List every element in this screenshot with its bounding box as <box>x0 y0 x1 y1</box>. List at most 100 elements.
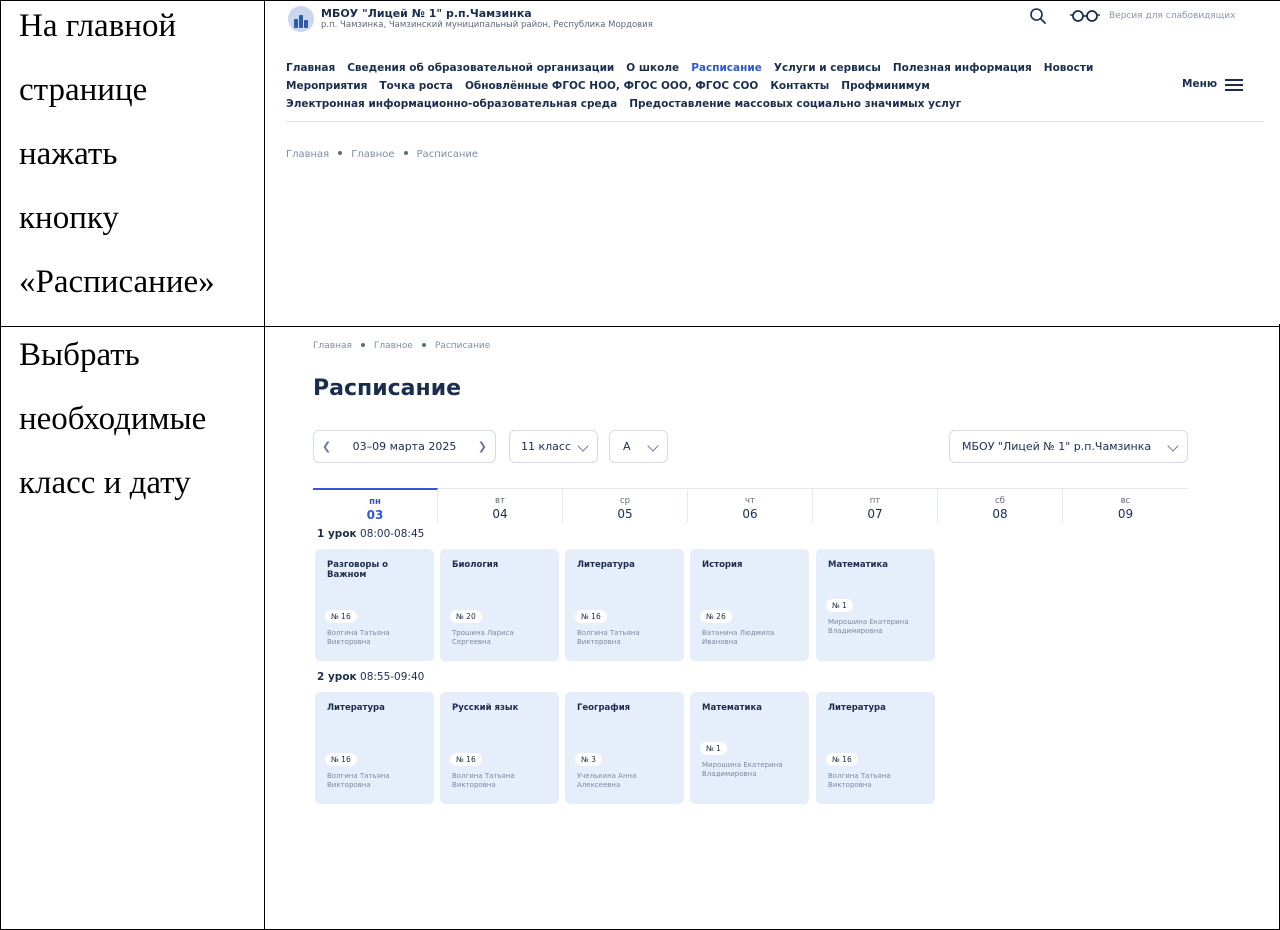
breadcrumb-item[interactable]: Главное <box>374 341 413 351</box>
day-name: сб <box>995 496 1005 506</box>
day-name: ср <box>619 496 631 506</box>
column-divider <box>264 1 265 326</box>
subject-name: География <box>577 703 631 713</box>
nav-item[interactable]: Новости <box>1044 62 1094 74</box>
nav-item[interactable]: Контакты <box>770 80 829 92</box>
nav-row: Электронная информационно-образовательна… <box>286 92 1186 110</box>
lesson-heading: 2 урок 08:55-09:40 <box>317 671 424 683</box>
subject-name: История <box>702 560 743 570</box>
day-number: 07 <box>867 507 883 521</box>
room-badge: № 20 <box>450 610 482 623</box>
school-select[interactable]: МБОУ "Лицей № 1" р.п.Чамзинка <box>949 430 1188 463</box>
nav-item[interactable]: Электронная информационно-образовательна… <box>286 98 617 110</box>
class-select[interactable]: 11 класс <box>509 430 598 463</box>
glasses-icon[interactable] <box>1070 9 1100 23</box>
day-name: чт <box>745 496 755 506</box>
org-name[interactable]: МБОУ "Лицей № 1" р.п.Чамзинка <box>321 7 532 20</box>
tab-day[interactable]: сб 08 <box>938 488 1063 523</box>
lesson-card[interactable]: История № 26 Ватанина Людмила Ивановна <box>690 549 809 661</box>
step-1-text: На главной странице нажать кнопку «Распи… <box>19 0 215 314</box>
day-number: 06 <box>742 507 758 521</box>
week-range: 03–09 марта 2025 <box>352 440 457 453</box>
room-badge: № 3 <box>575 753 602 766</box>
step-line: нажать <box>19 136 118 172</box>
teacher-name: Мирошина Екатерина Владимировна <box>702 761 783 778</box>
day-number: 05 <box>617 507 633 521</box>
room-badge: № 16 <box>450 753 482 766</box>
room-badge: № 16 <box>325 753 357 766</box>
week-selector[interactable]: ❮ 03–09 марта 2025 ❯ <box>313 430 496 463</box>
breadcrumb-separator <box>360 342 365 347</box>
breadcrumb-item[interactable]: Расписание <box>417 149 479 160</box>
nav-item[interactable]: Услуги и сервисы <box>774 62 881 74</box>
lesson-heading: 1 урок 08:00-08:45 <box>317 528 424 540</box>
menu-label[interactable]: Меню <box>1182 78 1217 90</box>
room-badge: № 16 <box>575 610 607 623</box>
breadcrumb-item[interactable]: Главное <box>351 149 394 160</box>
nav-item[interactable]: Сведения об образовательной организации <box>347 62 614 74</box>
subject-name: Русский язык <box>452 703 519 713</box>
accessibility-version-link[interactable]: Версия для слабовидящих <box>1109 11 1235 21</box>
school-value: МБОУ "Лицей № 1" р.п.Чамзинка <box>962 440 1152 453</box>
tab-day[interactable]: чт 06 <box>688 488 813 523</box>
tab-day[interactable]: вс 09 <box>1063 488 1188 523</box>
tab-day[interactable]: пн 03 <box>313 488 438 523</box>
lesson-card[interactable]: Русский язык № 16 Волгина Татьяна Викторов… <box>440 692 559 804</box>
chevron-down-icon <box>577 440 589 452</box>
tab-day[interactable]: вт 04 <box>438 488 563 523</box>
day-number: 03 <box>366 508 384 522</box>
lesson-card[interactable]: Математика № 1 Мирошина Екатерина Владимир… <box>690 692 809 804</box>
teacher-name: Мирошина Екатерина Владимировна <box>828 618 909 635</box>
step-line: На главной <box>19 8 177 44</box>
lesson-card[interactable]: Литература № 16 Волгина Татьяна Викторовна <box>816 692 935 804</box>
day-name: вт <box>495 496 505 506</box>
teacher-name: Трошина Лариса Сергеевна <box>452 629 514 646</box>
class-letter-select[interactable]: А <box>609 430 668 463</box>
step-line: «Расписание» <box>19 264 215 300</box>
breadcrumb-item[interactable]: Главная <box>313 341 352 351</box>
room-badge: № 26 <box>700 610 732 623</box>
nav-item[interactable]: Точка роста <box>379 80 453 92</box>
lesson-card[interactable]: География № 3 Учелькина Анна Алексеевна <box>565 692 684 804</box>
lesson-card[interactable]: Разговоры о Важном № 16 Волгина Татьяна Ви… <box>315 549 434 661</box>
subject-name: Литература <box>828 703 886 713</box>
screenshot-homepage: МБОУ "Лицей № 1" р.п.Чамзинка р.п. Чамзи… <box>272 1 1280 324</box>
lesson-card[interactable]: Математика № 1 Мирошина Екатерина Владимир… <box>816 549 935 661</box>
lesson-card[interactable]: Литература № 16 Волгина Татьяна Викторовна <box>565 549 684 661</box>
nav-row: Главная Сведения об образовательной орган… <box>286 56 1186 74</box>
column-divider <box>264 327 265 929</box>
breadcrumb-item[interactable]: Главная <box>286 149 329 160</box>
room-badge: № 16 <box>325 610 357 623</box>
nav-item[interactable]: Главная <box>286 62 335 74</box>
lesson-card[interactable]: Литература № 16 Волгина Татьяна Викторовна <box>315 692 434 804</box>
breadcrumb: Главная Главное Расписание <box>286 149 478 160</box>
hamburger-menu-icon[interactable] <box>1225 79 1243 92</box>
step-line: Выбрать <box>19 337 140 373</box>
lesson-card[interactable]: Биология № 20 Трошина Лариса Сергеевна <box>440 549 559 661</box>
letter-value: А <box>623 440 631 453</box>
main-navigation: Главная Сведения об образовательной орган… <box>286 56 1186 110</box>
nav-item[interactable]: О школе <box>626 62 679 74</box>
nav-divider <box>286 121 1264 122</box>
nav-item[interactable]: Полезная информация <box>893 62 1032 74</box>
nav-item[interactable]: Расписание <box>691 62 762 74</box>
nav-item[interactable]: Обновлённые ФГОС НОО, ФГОС ООО, ФГОС СОО <box>465 80 758 92</box>
search-icon[interactable] <box>1029 7 1047 25</box>
room-badge: № 1 <box>826 599 853 612</box>
chevron-right-icon[interactable]: ❯ <box>478 440 487 453</box>
breadcrumb-item[interactable]: Расписание <box>435 341 490 351</box>
day-name: пт <box>869 496 881 506</box>
step-line: странице <box>19 72 148 108</box>
nav-item[interactable]: Предоставление массовых социально значим… <box>629 98 961 110</box>
room-badge: № 1 <box>700 742 727 755</box>
tab-day[interactable]: ср 05 <box>563 488 688 523</box>
tab-day[interactable]: пт 07 <box>813 488 938 523</box>
chevron-left-icon[interactable]: ❮ <box>322 440 331 453</box>
day-number: 09 <box>1117 507 1134 521</box>
nav-item[interactable]: Мероприятия <box>286 80 367 92</box>
school-logo[interactable] <box>288 6 314 32</box>
step-2-text: Выбрать необходимые класс и дату <box>19 323 206 515</box>
day-name: пн <box>369 497 381 507</box>
nav-item[interactable]: Профминимум <box>841 80 930 92</box>
step-line: класс и дату <box>19 465 191 501</box>
